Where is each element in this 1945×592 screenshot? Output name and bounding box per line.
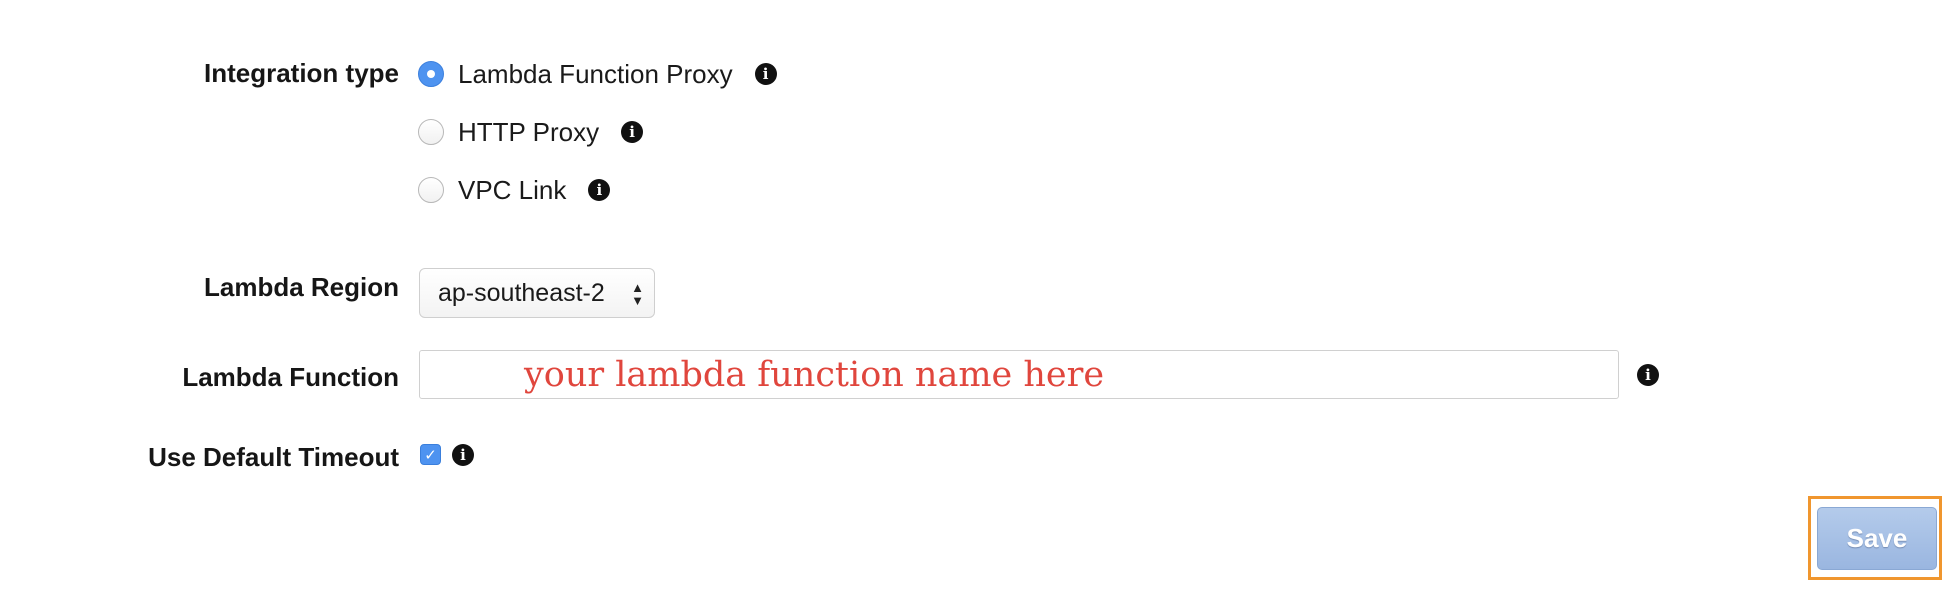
updown-arrows-icon: ▲ ▼ [631, 280, 644, 308]
lambda-region-label: Lambda Region [203, 272, 399, 302]
use-default-timeout-checkbox[interactable]: ✓ [420, 444, 441, 465]
lambda-function-proxy-label[interactable]: Lambda Function Proxy [458, 59, 733, 90]
lambda-region-select[interactable]: ap-southeast-2 ▲ ▼ [419, 268, 655, 318]
info-icon[interactable]: i [588, 179, 611, 201]
lambda-function-annotation: your lambda function name here [524, 355, 1105, 395]
lambda-region-value: ap-southeast-2 [438, 278, 605, 307]
http-proxy-label[interactable]: HTTP Proxy [458, 117, 599, 148]
info-icon[interactable]: i [452, 444, 474, 466]
integration-type-label: Integration type [203, 58, 399, 88]
vpc-link-radio[interactable] [418, 177, 444, 203]
save-button[interactable]: Save [1817, 507, 1937, 570]
vpc-link-label[interactable]: VPC Link [458, 175, 566, 206]
info-icon[interactable]: i [754, 63, 777, 85]
radio-option-lambda-function-proxy[interactable]: Lambda Function Proxy i [418, 58, 777, 90]
http-proxy-radio[interactable] [418, 119, 444, 145]
lambda-function-proxy-radio[interactable] [418, 61, 444, 87]
use-default-timeout-label: Use Default Timeout [148, 442, 399, 472]
lambda-function-label: Lambda Function [182, 362, 399, 392]
info-icon[interactable]: i [1637, 364, 1659, 386]
radio-option-vpc-link[interactable]: VPC Link i [418, 174, 611, 206]
radio-option-http-proxy[interactable]: HTTP Proxy i [418, 116, 644, 148]
info-icon[interactable]: i [621, 121, 644, 143]
lambda-function-input[interactable]: your lambda function name here [419, 350, 1619, 399]
integration-request-form: Integration type Lambda Function Proxy i… [0, 0, 1945, 592]
checkmark-icon: ✓ [424, 445, 437, 464]
